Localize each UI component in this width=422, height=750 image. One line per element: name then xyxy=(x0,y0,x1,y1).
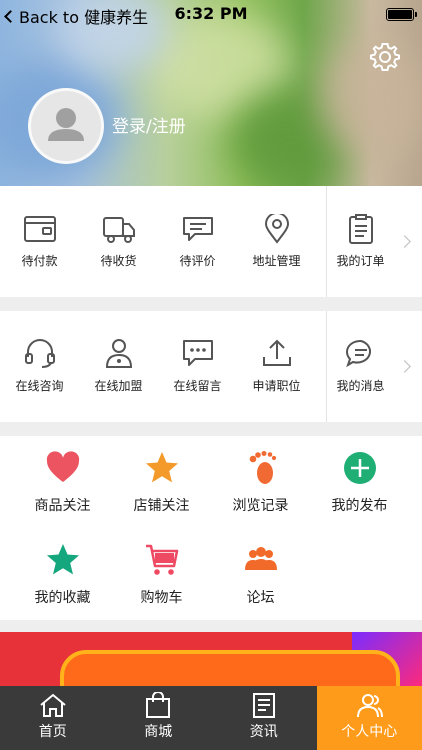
service-item-apply-job[interactable]: 申请职位 xyxy=(237,337,316,394)
service-item-consult[interactable]: 在线咨询 xyxy=(0,337,79,394)
feature-item-label: 我的发布 xyxy=(331,498,388,514)
service-item-leave-message[interactable]: 在线留言 xyxy=(158,337,237,394)
location-pin-icon xyxy=(264,214,289,244)
tab-label: 商城 xyxy=(144,724,173,740)
service-item-label: 在线咨询 xyxy=(15,379,64,393)
news-icon xyxy=(252,693,275,718)
status-time: 6:32 PM xyxy=(174,4,248,23)
order-item-label: 待收货 xyxy=(100,254,137,268)
feature-item-cart[interactable]: 购物车 xyxy=(109,542,214,607)
star-icon xyxy=(46,544,79,575)
order-item-label: 我的订单 xyxy=(336,254,385,268)
plus-circle-icon xyxy=(343,452,376,484)
orders-divider xyxy=(326,186,327,297)
tab-label: 个人中心 xyxy=(341,724,398,740)
feature-item-label: 商品关注 xyxy=(34,498,91,514)
footprint-icon xyxy=(249,451,276,484)
tab-label: 首页 xyxy=(38,724,67,740)
order-item-label: 待付款 xyxy=(21,254,58,268)
service-item-join[interactable]: 在线加盟 xyxy=(79,337,158,394)
tab-label: 资讯 xyxy=(249,724,278,740)
login-register-link[interactable]: 登录/注册 xyxy=(112,112,186,137)
feature-item-label: 浏览记录 xyxy=(232,498,289,514)
banner-frame xyxy=(60,650,400,688)
default-avatar-icon xyxy=(48,108,84,141)
feature-item-my-posts[interactable]: 我的发布 xyxy=(307,450,412,515)
feature-item-shop-follow[interactable]: 店铺关注 xyxy=(109,450,214,515)
features-panel: 商品关注 店铺关注 浏览记录 我的发布 我的收藏 购物车 论坛 xyxy=(0,436,422,620)
star-icon xyxy=(145,452,178,483)
feature-item-label: 购物车 xyxy=(140,590,183,606)
order-item-pending-payment[interactable]: 待付款 xyxy=(0,214,79,269)
comment-icon xyxy=(182,217,213,241)
order-item-pending-review[interactable]: 待评价 xyxy=(158,214,237,269)
service-item-label: 在线加盟 xyxy=(94,379,143,393)
feature-item-label: 论坛 xyxy=(246,590,275,606)
services-divider xyxy=(326,311,327,422)
tab-news[interactable]: 资讯 xyxy=(211,686,317,750)
services-row: 在线咨询 在线加盟 在线留言 申请职位 我的消息 xyxy=(0,337,422,394)
services-panel: 在线咨询 在线加盟 在线留言 申请职位 我的消息 xyxy=(0,311,422,422)
orders-row: 待付款 待收货 待评价 地址管理 我的订单 xyxy=(0,214,422,269)
chat-icon xyxy=(345,339,371,368)
tab-home[interactable]: 首页 xyxy=(0,686,106,750)
profile-header: Back to 健康养生 6:32 PM 登录/注册 xyxy=(0,0,422,186)
feature-item-product-follow[interactable]: 商品关注 xyxy=(10,450,115,515)
tab-personal-center[interactable]: 个人中心 xyxy=(316,686,422,750)
service-item-label: 我的消息 xyxy=(336,379,385,393)
group-icon xyxy=(244,547,277,570)
feature-item-label: 店铺关注 xyxy=(133,498,190,514)
service-item-label: 在线留言 xyxy=(173,379,222,393)
order-item-pending-receipt[interactable]: 待收货 xyxy=(79,214,158,269)
truck-icon xyxy=(102,217,135,243)
feature-item-forum[interactable]: 论坛 xyxy=(208,542,313,607)
person-icon xyxy=(105,339,132,368)
shopping-bag-icon xyxy=(146,692,171,718)
headset-icon xyxy=(24,339,55,368)
avatar[interactable] xyxy=(28,88,104,164)
wallet-icon xyxy=(23,216,56,242)
order-item-label: 地址管理 xyxy=(252,254,301,268)
orders-panel: 待付款 待收货 待评价 地址管理 我的订单 xyxy=(0,186,422,297)
order-item-label: 待评价 xyxy=(179,254,216,268)
service-item-my-messages[interactable]: 我的消息 xyxy=(321,337,400,394)
feature-item-browse-history[interactable]: 浏览记录 xyxy=(208,450,313,515)
order-item-address[interactable]: 地址管理 xyxy=(237,214,316,269)
user-group-icon xyxy=(357,694,384,718)
home-icon xyxy=(40,693,66,717)
upload-icon xyxy=(262,339,291,366)
clipboard-icon xyxy=(348,214,373,244)
gear-icon[interactable] xyxy=(368,40,402,74)
service-item-label: 申请职位 xyxy=(252,379,301,393)
promo-banner[interactable] xyxy=(0,632,422,688)
battery-icon xyxy=(386,8,417,21)
bottom-tab-bar: 首页 商城 资讯 个人中心 xyxy=(0,686,422,750)
feature-item-label: 我的收藏 xyxy=(34,590,91,606)
heart-icon xyxy=(46,451,79,482)
cart-icon xyxy=(145,544,178,575)
app-screen: Back to 健康养生 6:32 PM 登录/注册 待付款 待收货 待评价 地… xyxy=(0,0,422,750)
message-icon xyxy=(182,340,213,366)
status-bar: Back to 健康养生 6:32 PM xyxy=(0,0,422,28)
order-item-my-orders[interactable]: 我的订单 xyxy=(321,214,400,269)
feature-item-favorites[interactable]: 我的收藏 xyxy=(10,542,115,607)
tab-mall[interactable]: 商城 xyxy=(106,686,212,750)
